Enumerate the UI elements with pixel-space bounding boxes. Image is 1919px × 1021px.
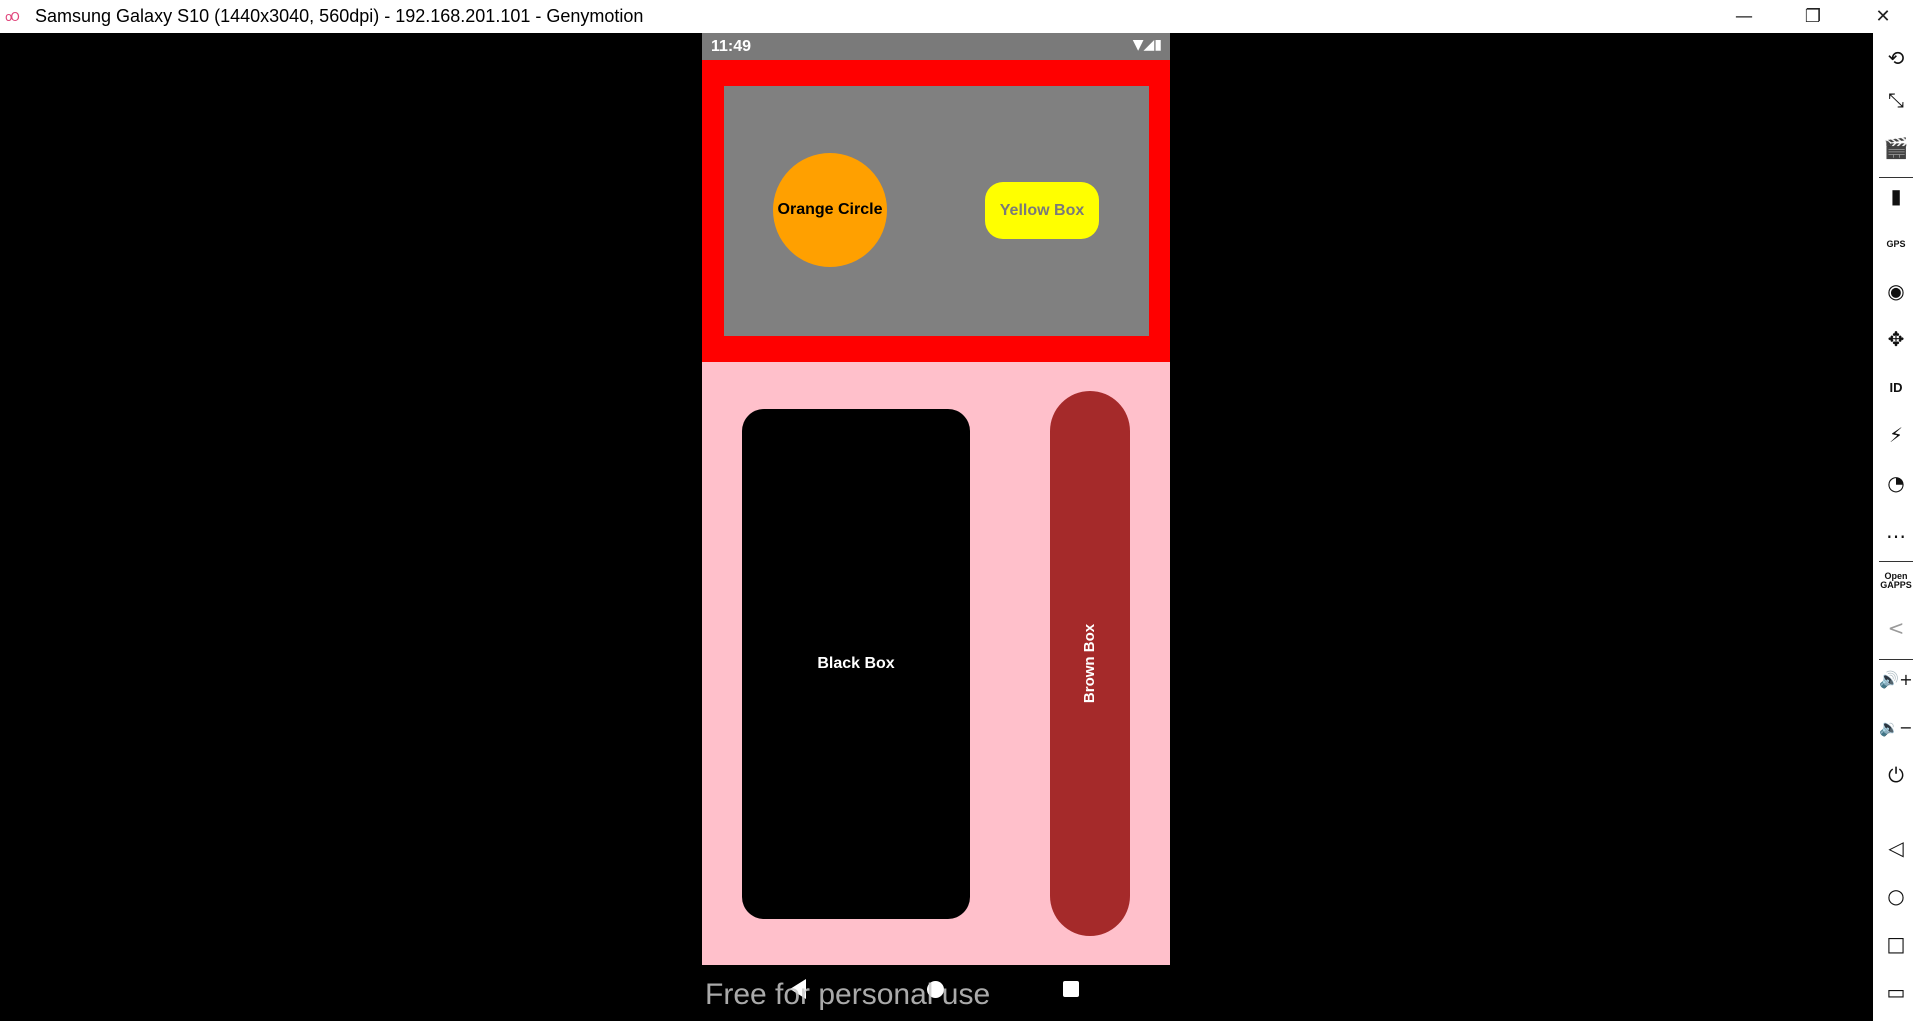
genymotion-logo-icon: oO	[5, 9, 20, 24]
toolbar-separator	[1879, 177, 1913, 178]
yellow-box[interactable]: Yellow Box	[985, 182, 1099, 239]
top-red-container: Orange Circle Yellow Box	[702, 60, 1170, 362]
pixel-perfect-icon[interactable]: ⤡	[1873, 85, 1919, 115]
volume-up-icon[interactable]: 🔊+	[1873, 664, 1919, 694]
capture-icon[interactable]: 🎬	[1873, 133, 1919, 163]
yellow-box-label: Yellow Box	[999, 201, 1085, 219]
share-icon[interactable]: <	[1873, 613, 1919, 643]
rotate-icon[interactable]: ⟲	[1873, 43, 1919, 73]
menu-icon[interactable]: ▭	[1873, 977, 1919, 1007]
gray-panel: Orange Circle Yellow Box	[724, 86, 1149, 336]
nav-recents-icon[interactable]	[1063, 981, 1079, 997]
toolbar-separator	[1879, 561, 1913, 562]
volume-down-icon[interactable]: 🔉−	[1873, 712, 1919, 742]
back-icon[interactable]: ◁	[1873, 833, 1919, 863]
dpad-icon[interactable]: ✥	[1873, 324, 1919, 354]
camera-icon[interactable]: ◉	[1873, 276, 1919, 306]
disk-io-icon[interactable]: ⚡	[1873, 420, 1919, 450]
device-id-icon[interactable]: ID	[1873, 372, 1919, 402]
gps-icon[interactable]: GPS	[1873, 229, 1919, 259]
recents-icon[interactable]: □	[1873, 929, 1919, 959]
genymotion-toolbar: ⟲ ⤡ 🎬 ▮ GPS ◉ ✥ ID ⚡ ◔ … Open GAPPS < 🔊+…	[1873, 33, 1919, 1021]
sms-icon[interactable]: …	[1873, 516, 1919, 546]
restore-button[interactable]: ❐	[1779, 0, 1847, 33]
status-icons: ▼◢▮	[1132, 37, 1162, 53]
open-gapps-icon[interactable]: Open GAPPS	[1873, 566, 1919, 596]
orange-circle[interactable]: Orange Circle	[773, 153, 887, 267]
black-box-label: Black Box	[817, 655, 895, 672]
black-box[interactable]: Black Box	[742, 409, 970, 919]
bottom-pink-container: Black Box Brown Box	[702, 362, 1170, 965]
brown-box[interactable]: Brown Box	[1050, 391, 1130, 936]
status-bar: 11:49 ▼◢▮	[702, 33, 1170, 60]
toolbar-separator	[1879, 659, 1913, 660]
home-icon[interactable]: ○	[1873, 881, 1919, 911]
orange-circle-label: Orange Circle	[777, 201, 883, 218]
window-title-bar: oO Samsung Galaxy S10 (1440x3040, 560dpi…	[0, 0, 1919, 33]
window-title: Samsung Galaxy S10 (1440x3040, 560dpi) -…	[35, 6, 644, 26]
minimize-button[interactable]: —	[1710, 0, 1778, 33]
power-icon[interactable]: ⏻	[1873, 760, 1919, 790]
watermark-text: Free for personal use	[705, 978, 991, 1011]
device-screen[interactable]: 11:49 ▼◢▮ Orange Circle Yellow Box Black…	[702, 33, 1170, 965]
close-button[interactable]: ✕	[1849, 0, 1917, 33]
cast-icon[interactable]: ◔	[1873, 468, 1919, 498]
brown-box-label: Brown Box	[1081, 623, 1099, 704]
battery-icon[interactable]: ▮	[1873, 181, 1919, 211]
status-time: 11:49	[711, 38, 752, 55]
